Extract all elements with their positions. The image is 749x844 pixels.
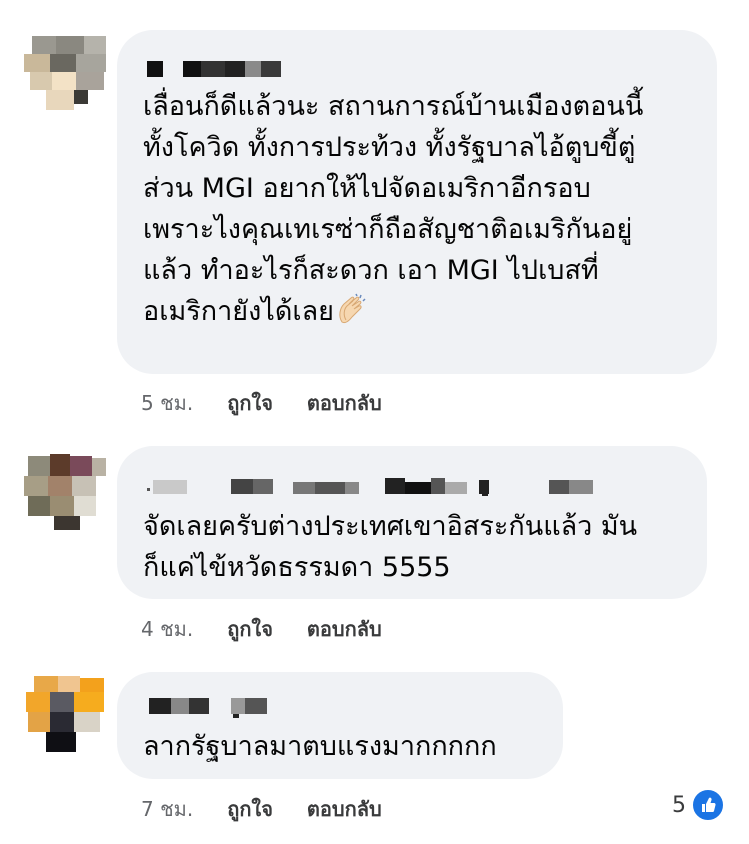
thumbs-up-icon xyxy=(691,788,725,822)
comment-timestamp[interactable]: 7 ชม. xyxy=(141,797,193,821)
avatar[interactable] xyxy=(24,450,110,536)
commenter-name-redacted[interactable] xyxy=(147,694,277,718)
commenter-name-redacted[interactable] xyxy=(147,57,287,79)
comment-actions: 7 ชม. ถูกใจ ตอบกลับ xyxy=(141,797,416,821)
comment-actions: 5 ชม. ถูกใจ ตอบกลับ xyxy=(141,391,416,415)
reaction-count: 5 xyxy=(672,792,686,818)
reply-button[interactable]: ตอบกลับ xyxy=(307,797,382,821)
reply-button[interactable]: ตอบกลับ xyxy=(307,391,382,415)
reply-button[interactable]: ตอบกลับ xyxy=(307,617,382,641)
comment-bubble: จัดเลยครับต่างประเทศเขาอิสระกันแล้ว มัน … xyxy=(117,446,707,599)
comment-bubble: ลากรัฐบาลมาตบแรงมากกกกก xyxy=(117,672,563,779)
comment-actions: 4 ชม. ถูกใจ ตอบกลับ xyxy=(141,617,416,641)
like-button[interactable]: ถูกใจ xyxy=(227,617,273,641)
avatar[interactable] xyxy=(24,672,110,758)
comment-timestamp[interactable]: 5 ชม. xyxy=(141,391,193,415)
comment-bubble: เลื่อนก็ดีแล้วนะ สถานการณ์บ้านเมืองตอนนี… xyxy=(117,30,717,374)
commenter-name-redacted[interactable] xyxy=(147,474,617,496)
clapping-hands-icon xyxy=(334,292,368,326)
reaction-summary[interactable]: 5 xyxy=(672,788,725,822)
comment-text: จัดเลยครับต่างประเทศเขาอิสระกันแล้ว มัน … xyxy=(143,511,638,583)
like-button[interactable]: ถูกใจ xyxy=(227,797,273,821)
comment-text: ลากรัฐบาลมาตบแรงมากกกกก xyxy=(143,731,497,762)
like-button[interactable]: ถูกใจ xyxy=(227,391,273,415)
comment-timestamp[interactable]: 4 ชม. xyxy=(141,617,193,641)
comment-text: เลื่อนก็ดีแล้วนะ สถานการณ์บ้านเมืองตอนนี… xyxy=(143,91,644,327)
avatar[interactable] xyxy=(24,30,110,116)
